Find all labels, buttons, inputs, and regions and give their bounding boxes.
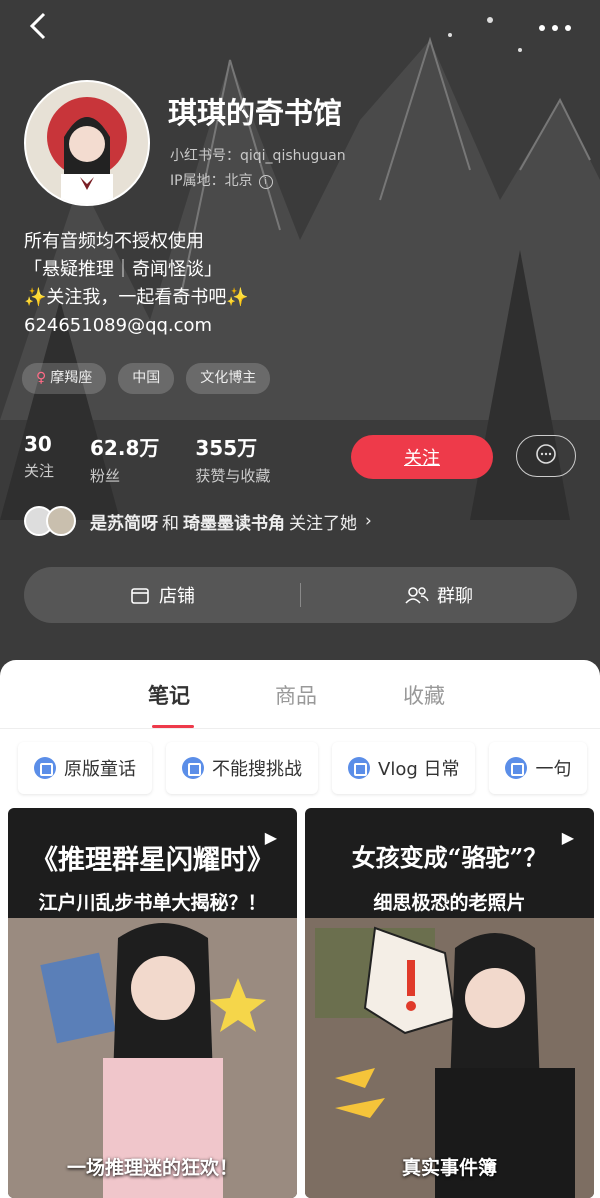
chevron-left-icon	[29, 12, 46, 40]
tags: ♀ 摩羯座 中国 文化博主	[22, 363, 271, 394]
stat-num: 30	[24, 432, 52, 456]
stat-fans[interactable]: 62.8万粉丝	[90, 432, 159, 486]
divider	[0, 728, 600, 729]
followers-suffix: 关注了她	[289, 513, 357, 534]
collection-label: 不能搜挑战	[212, 759, 302, 780]
collection-icon	[182, 757, 204, 779]
shop-button[interactable]: 店铺	[24, 582, 300, 608]
bio-line: 「悬疑推理｜奇闻怪谈」	[24, 259, 222, 280]
red-id: 小红书号：qiqi_qishuguan	[170, 148, 346, 164]
avatar-image	[47, 97, 127, 204]
stat-num: 62.8万	[90, 436, 160, 460]
bio-line: 所有音频均不授权使用	[24, 231, 204, 252]
collection-label: Vlog 日常	[378, 759, 460, 780]
tag-zodiac[interactable]: ♀ 摩羯座	[22, 363, 107, 394]
tag-category[interactable]: 文化博主	[186, 363, 271, 394]
note-caption: 一场推理迷的狂欢！	[66, 1157, 238, 1179]
collection-icon	[34, 757, 56, 779]
collection-chip[interactable]: 一句	[489, 742, 588, 794]
bio-email[interactable]: 624651089@qq.com	[24, 312, 249, 340]
group-icon	[405, 587, 429, 604]
avatar	[46, 506, 76, 536]
tab-goods[interactable]: 商品	[275, 680, 317, 710]
stat-label: 粉丝	[90, 467, 121, 485]
stat-following[interactable]: 30 关注	[24, 432, 54, 486]
note-caption: 真实事件簿	[401, 1157, 497, 1179]
collections-row: 原版童话 不能搜挑战 Vlog 日常 一句	[18, 742, 588, 794]
more-icon	[539, 25, 571, 31]
tag-region[interactable]: 中国	[118, 363, 175, 394]
bio-line: ✨关注我，一起看奇书吧✨	[24, 287, 249, 308]
note-subtitle: 江户川乱步书单大揭秘？！	[38, 892, 267, 914]
content-panel: 笔记 商品 收藏 原版童话 不能搜挑战 Vlog 日常 一句 ▶ 《推理群星闪耀…	[0, 660, 600, 1198]
shop-label: 店铺	[159, 586, 195, 607]
message-button[interactable]	[516, 435, 576, 477]
ip-text: IP属地：北京	[170, 173, 253, 189]
chat-bubble-icon	[536, 443, 556, 464]
more-button[interactable]	[530, 8, 580, 44]
tab-notes[interactable]: 笔记	[148, 680, 190, 710]
avatar[interactable]	[24, 80, 150, 206]
note-title: 女孩变成“骆驼”？	[351, 843, 548, 872]
chevron-right-icon: ›	[365, 511, 372, 531]
collection-icon	[505, 757, 528, 779]
stats: 30 关注 62.8万粉丝 355万获赞与收藏	[24, 432, 270, 486]
mutual-followers[interactable]: 是苏简呀 和 琦墨墨读书角 关注了她 ›	[24, 505, 372, 537]
follower-name-1: 是苏简呀	[90, 513, 158, 534]
nickname: 琪琪的奇书馆	[168, 96, 343, 130]
ip-location: IP属地：北京 i	[170, 170, 273, 190]
female-icon: ♀	[36, 370, 47, 386]
note-title: 《推理群星闪耀时》	[31, 845, 274, 876]
collection-chip[interactable]: Vlog 日常	[332, 742, 476, 794]
tag-label: 摩羯座	[50, 370, 93, 386]
group-chat-button[interactable]: 群聊	[301, 582, 577, 608]
bio: 所有音频均不授权使用 「悬疑推理｜奇闻怪谈」 ✨关注我，一起看奇书吧✨ 6246…	[24, 228, 249, 340]
follower-name-2: 琦墨墨读书角	[183, 513, 285, 534]
stat-likes[interactable]: 355万获赞与收藏	[195, 432, 270, 486]
back-button[interactable]	[22, 8, 58, 44]
group-label: 群聊	[437, 586, 473, 607]
collection-label: 原版童话	[64, 759, 136, 780]
note-card[interactable]: ▶ 女孩变成“骆驼”？ 细思极恐的老照片 真实事件簿	[305, 808, 594, 1198]
stat-label: 获赞与收藏	[195, 467, 271, 485]
stat-num: 355万	[195, 436, 258, 460]
collection-label: 一句	[535, 759, 572, 780]
shop-chat-bar: 店铺 群聊	[24, 567, 577, 623]
stat-label: 关注	[24, 462, 55, 480]
collection-icon	[348, 757, 370, 779]
tabs: 笔记 商品 收藏	[0, 670, 600, 728]
tab-collections[interactable]: 收藏	[403, 680, 445, 710]
shop-icon	[131, 588, 149, 604]
collection-chip[interactable]: 不能搜挑战	[166, 742, 318, 794]
follower-name: 是苏简呀	[86, 509, 162, 534]
note-subtitle: 细思极恐的老照片	[373, 892, 526, 914]
note-card[interactable]: ▶ 《推理群星闪耀时》 江户川乱步书单大揭秘？！ 一场推理迷的狂欢！	[8, 808, 297, 1198]
collection-chip[interactable]: 原版童话	[18, 742, 152, 794]
follow-button[interactable]: 关注	[351, 435, 493, 479]
profile-header: 琪琪的奇书馆 小红书号：qiqi_qishuguan IP属地：北京 i 所有音频…	[0, 0, 600, 680]
and-text: 和	[162, 513, 179, 534]
info-icon[interactable]: i	[258, 175, 273, 189]
